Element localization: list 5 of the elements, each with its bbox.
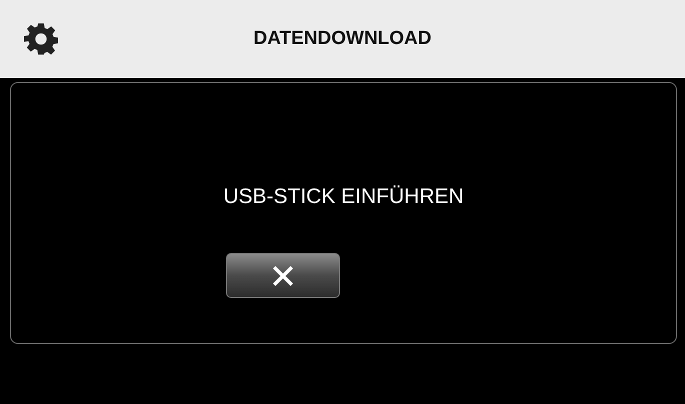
screen-title: DATENDOWNLOAD	[253, 28, 432, 50]
settings-icon[interactable]	[24, 22, 58, 56]
cancel-button[interactable]	[226, 253, 340, 298]
close-icon	[272, 264, 294, 286]
dialog-message: USB-STICK EINFÜHREN	[223, 185, 464, 209]
